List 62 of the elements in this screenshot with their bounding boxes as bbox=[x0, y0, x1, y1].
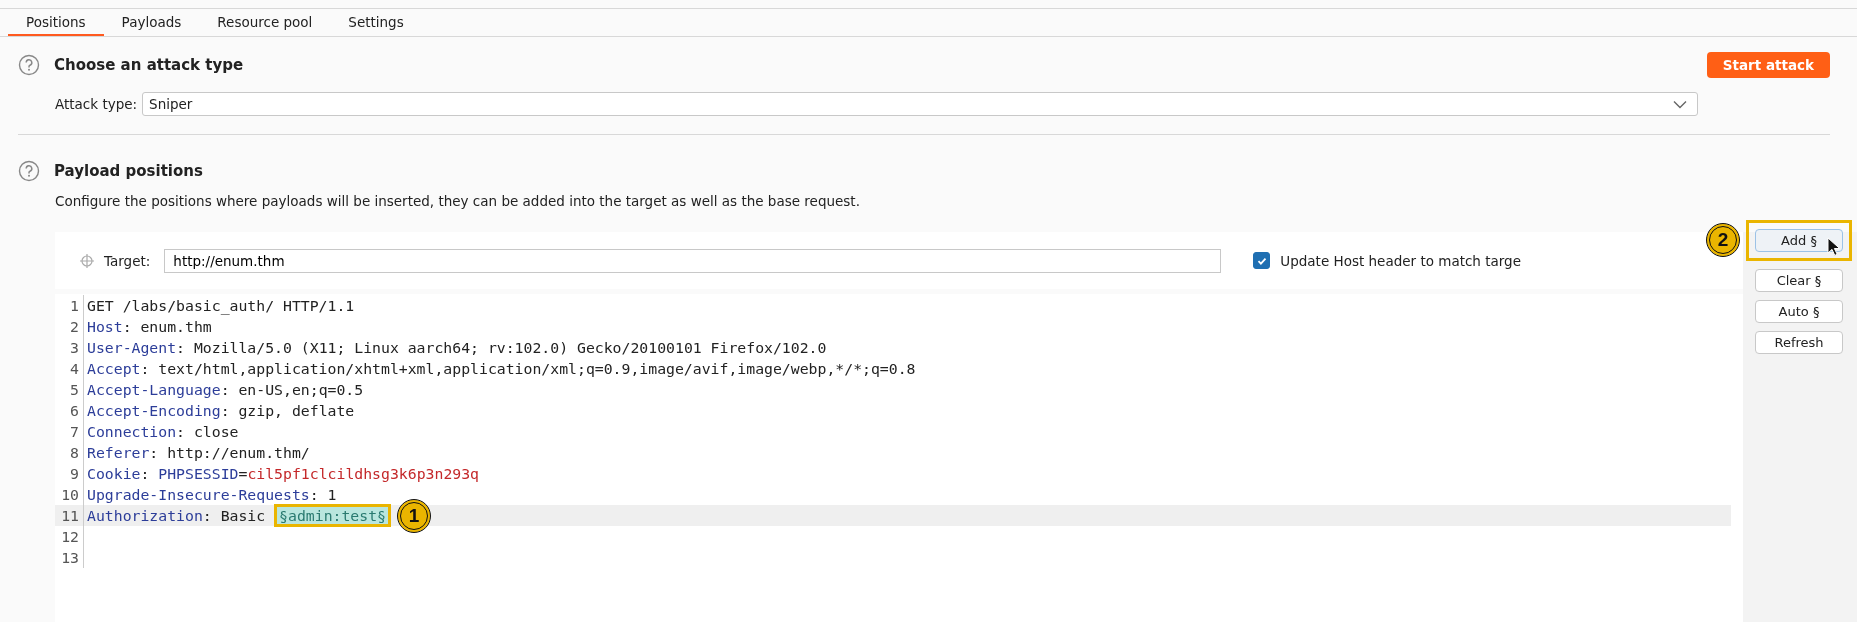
line-number: 9 bbox=[55, 463, 84, 484]
checkbox-label: Update Host header to match targe bbox=[1280, 252, 1521, 269]
request-text: : Basic bbox=[202, 507, 267, 524]
request-text: : 1 bbox=[309, 486, 337, 503]
field-label: Target: bbox=[104, 252, 151, 269]
header-name: Accept bbox=[87, 360, 141, 377]
line-number: 7 bbox=[55, 421, 84, 442]
header-name: Accept-Encoding bbox=[87, 402, 221, 419]
header-name: Authorization bbox=[87, 507, 203, 524]
header-name: Upgrade-Insecure-Requests bbox=[87, 486, 310, 503]
target-field[interactable]: http://enum.thm bbox=[164, 248, 1222, 273]
header-name: Connection bbox=[87, 423, 177, 440]
line-number: 3 bbox=[55, 337, 84, 358]
request-text: : Mozilla/5.0 (X11; Linux aarch64; rv:102.0) Gecko/20100101 Firefox/102.0 bbox=[176, 339, 827, 356]
tab[interactable]: Settings bbox=[330, 9, 422, 36]
line-number: 2 bbox=[55, 316, 84, 337]
crosshair-icon bbox=[80, 253, 94, 268]
section-title: Payload positions bbox=[54, 162, 203, 180]
callout-badge: 1 bbox=[397, 498, 431, 533]
line-number: 5 bbox=[55, 379, 84, 400]
tab[interactable]: Payloads bbox=[103, 9, 200, 36]
callout-badge: 2 bbox=[1706, 223, 1740, 257]
header-name: Referer bbox=[87, 444, 150, 461]
request-text: : en-US,en;q=0.5 bbox=[220, 381, 364, 398]
section-description: Configure the positions where payloads will be inserted, they can be added into the target as well as the base request. bbox=[55, 193, 861, 209]
field-label: Attack type: bbox=[55, 96, 138, 112]
request-text: = bbox=[238, 465, 248, 482]
payload-marker: §admin:test§ bbox=[274, 504, 391, 527]
request-text: : enum.thm bbox=[122, 318, 212, 335]
help-icon[interactable] bbox=[18, 160, 40, 182]
line-number: 8 bbox=[55, 442, 84, 463]
tab[interactable]: Positions bbox=[8, 9, 104, 36]
header-name: User-Agent bbox=[87, 339, 177, 356]
request-text: : bbox=[140, 465, 151, 482]
header-name: PHPSESSID bbox=[158, 465, 239, 482]
section-title: Choose an attack type bbox=[54, 56, 244, 74]
tab[interactable]: Resource pool bbox=[199, 9, 331, 36]
request-text: : close bbox=[176, 423, 239, 440]
line-number: 6 bbox=[55, 400, 84, 421]
line-number: 12 bbox=[55, 526, 84, 547]
request-text: : http://enum.thm/ bbox=[149, 444, 310, 461]
line-number: 1 bbox=[55, 295, 84, 316]
help-icon[interactable] bbox=[18, 54, 40, 76]
header-name: Accept-Language bbox=[87, 381, 221, 398]
side-button[interactable]: Add § bbox=[1755, 229, 1843, 252]
header-name: Host bbox=[87, 318, 123, 335]
cursor-icon bbox=[1827, 237, 1841, 257]
checkbox[interactable] bbox=[1253, 252, 1271, 269]
line-number: 11 bbox=[55, 505, 84, 526]
line-number: 4 bbox=[55, 358, 84, 379]
line-number: 13 bbox=[55, 547, 84, 568]
chevron-down-icon bbox=[1673, 99, 1688, 109]
side-button[interactable]: Refresh bbox=[1755, 331, 1843, 354]
attack-type-dropdown[interactable]: Sniper bbox=[142, 92, 1699, 116]
cookie-value: cil5pf1clcildhsg3k6p3n293q bbox=[247, 465, 479, 482]
request-text: : gzip, deflate bbox=[220, 402, 355, 419]
request-text: : text/html,application/xhtml+xml,application/xml;q=0.9,image/avif,image/webp,*/*;q=0.8 bbox=[140, 360, 916, 377]
request-text: GET /labs/basic_auth/ HTTP/1.1 bbox=[87, 297, 355, 314]
request-editor[interactable] bbox=[55, 294, 1743, 622]
side-button[interactable]: Auto § bbox=[1755, 300, 1843, 323]
side-button[interactable]: Clear § bbox=[1755, 269, 1843, 292]
header-name: Cookie bbox=[87, 465, 141, 482]
